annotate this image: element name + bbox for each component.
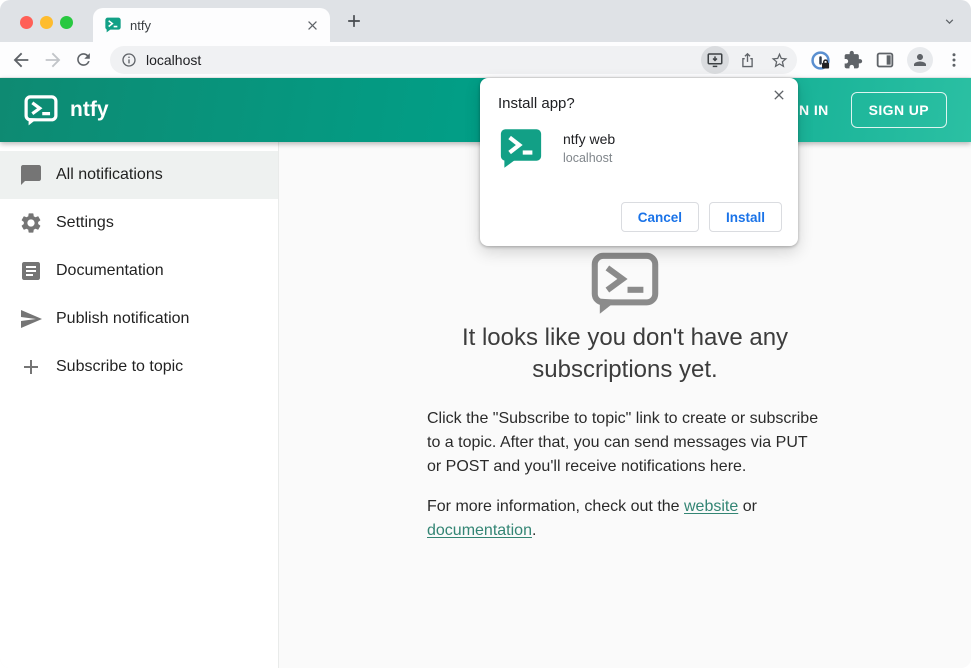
- dialog-title: Install app?: [498, 95, 575, 112]
- more-info-text: .: [531, 522, 537, 539]
- instructions-paragraph: Click the "Subscribe to topic" link to c…: [427, 410, 819, 475]
- reload-icon[interactable]: [74, 50, 93, 69]
- tab-close-icon[interactable]: [305, 18, 320, 33]
- plus-icon: [24, 360, 38, 374]
- article-icon: [22, 262, 40, 280]
- install-app-dialog: Install app? ntfy web localhost Cancel I…: [480, 78, 798, 246]
- empty-state-heading: It looks like you don't have any subscri…: [461, 324, 789, 383]
- website-link[interactable]: website: [684, 498, 738, 515]
- sidebar: All notifications Settings Documentation…: [0, 142, 279, 668]
- sidebar-item-documentation[interactable]: Documentation: [0, 247, 278, 295]
- sidebar-item-label: Settings: [56, 214, 114, 231]
- dialog-close-icon[interactable]: [771, 87, 787, 103]
- sidebar-item-settings[interactable]: Settings: [0, 199, 278, 247]
- extensions-puzzle-icon[interactable]: [843, 50, 863, 70]
- more-info-text: For more information, check out the: [427, 498, 684, 515]
- sidebar-item-label: Documentation: [56, 262, 164, 279]
- password-manager-extension-icon[interactable]: [810, 50, 831, 71]
- chat-icon: [21, 165, 41, 185]
- ntfy-empty-state-icon: [591, 252, 659, 314]
- dialog-app-origin: localhost: [563, 151, 613, 165]
- share-icon[interactable]: [733, 46, 761, 74]
- sidebar-item-subscribe-to-topic[interactable]: Subscribe to topic: [0, 343, 278, 391]
- toolbar-extensions-area: [810, 46, 963, 74]
- dialog-app-name: ntfy web: [563, 131, 616, 147]
- ntfy-logo-icon: [24, 94, 58, 125]
- ntfy-app-icon: [500, 129, 542, 168]
- more-info-paragraph: For more information, check out the webs…: [427, 495, 823, 543]
- back-icon[interactable]: [10, 49, 32, 71]
- brand-title: ntfy: [70, 98, 109, 121]
- tab-strip: ntfy: [0, 0, 971, 42]
- empty-state-copy: Click the "Subscribe to topic" link to c…: [427, 407, 823, 543]
- sidebar-item-all-notifications[interactable]: All notifications: [0, 151, 278, 199]
- url-text[interactable]: localhost: [146, 52, 701, 68]
- documentation-link[interactable]: documentation: [427, 522, 532, 539]
- tab-search-chevron-icon[interactable]: [942, 14, 957, 29]
- new-tab-button[interactable]: [344, 11, 364, 31]
- sidebar-item-label: Publish notification: [56, 310, 190, 327]
- send-icon: [21, 310, 42, 328]
- profile-avatar[interactable]: [907, 47, 933, 73]
- gear-icon: [21, 213, 41, 233]
- browser-tab-ntfy[interactable]: ntfy: [93, 8, 330, 42]
- dialog-app-row: ntfy web localhost: [500, 128, 780, 169]
- cancel-button[interactable]: Cancel: [620, 202, 699, 232]
- sidebar-item-label: All notifications: [56, 166, 163, 183]
- ntfy-favicon: [105, 17, 121, 33]
- close-window-button[interactable]: [20, 16, 33, 29]
- tab-title: ntfy: [130, 17, 151, 33]
- zoom-window-button[interactable]: [60, 16, 73, 29]
- browser-menu-dots-icon[interactable]: [945, 51, 963, 69]
- dialog-actions: Cancel Install: [620, 202, 782, 232]
- forward-icon[interactable]: [42, 49, 64, 71]
- bookmark-star-icon[interactable]: [765, 46, 793, 74]
- sidebar-item-label: Subscribe to topic: [56, 358, 184, 375]
- sidebar-item-publish-notification[interactable]: Publish notification: [0, 295, 278, 343]
- browser-window: ntfy localhost ntfy SIGN IN SIGN UP All …: [0, 0, 971, 668]
- sign-up-button[interactable]: SIGN UP: [850, 92, 947, 128]
- side-panel-icon[interactable]: [875, 50, 895, 70]
- page-info-icon[interactable]: [121, 52, 137, 68]
- minimize-window-button[interactable]: [40, 16, 53, 29]
- address-bar[interactable]: localhost: [110, 46, 797, 74]
- install-app-icon[interactable]: [701, 46, 729, 74]
- omnibox-actions: [701, 46, 793, 74]
- window-controls: [20, 16, 73, 29]
- install-button[interactable]: Install: [708, 202, 782, 232]
- more-info-text: or: [738, 498, 757, 515]
